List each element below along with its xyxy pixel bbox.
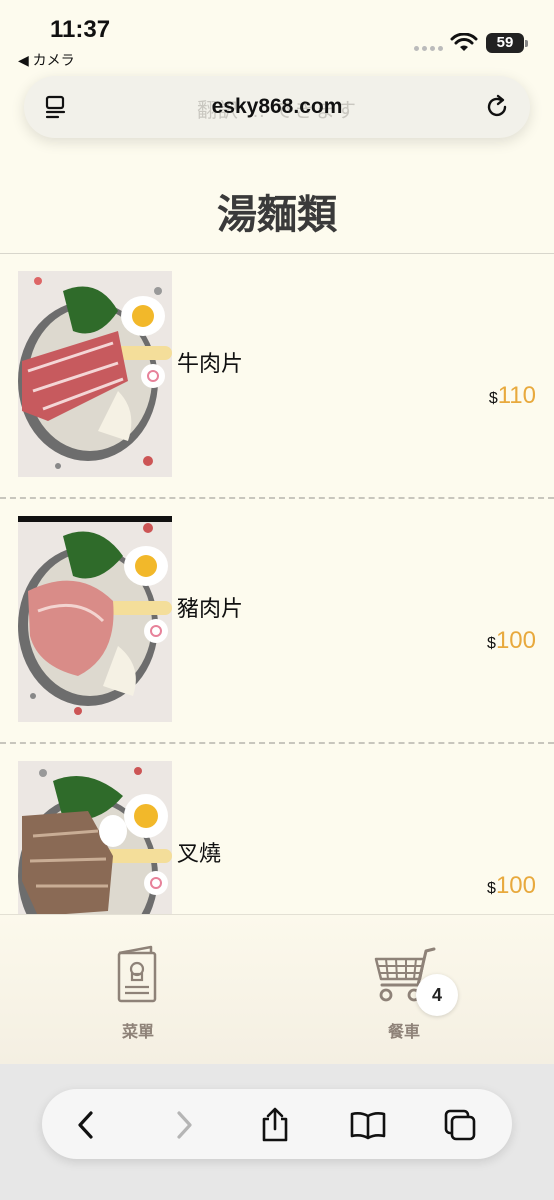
nav-menu-button[interactable]: 菜單 [100, 945, 176, 1042]
book-icon [350, 1112, 386, 1140]
browser-toolbar [0, 1064, 554, 1200]
item-price: $110 [489, 382, 536, 410]
chevron-right-icon [177, 1111, 192, 1139]
share-button[interactable] [255, 1105, 295, 1145]
price-currency: $ [487, 635, 496, 652]
item-price: $100 [487, 627, 536, 655]
reload-icon[interactable] [484, 94, 510, 120]
menu-item-beef[interactable]: 牛肉片 $110 [0, 254, 554, 499]
cart-count-badge: 4 [416, 974, 458, 1016]
price-amount: 110 [497, 382, 536, 409]
page-title: 湯麵類 [217, 192, 337, 238]
back-to-app-link[interactable]: ◀ カメラ [18, 50, 75, 70]
price-amount: 100 [495, 872, 536, 899]
item-name: 牛肉片 [177, 352, 244, 377]
cellular-signal-icon [414, 46, 443, 51]
share-icon [262, 1107, 288, 1142]
url-text[interactable]: esky868.com [24, 95, 530, 119]
dish-photo [18, 761, 172, 914]
nav-menu-label: 菜單 [121, 1024, 154, 1041]
menu-item-pork[interactable]: 豬肉片 $100 [0, 499, 554, 744]
browser-toolbar-pill [42, 1089, 512, 1159]
dish-photo [18, 516, 172, 722]
bookmarks-button[interactable] [348, 1105, 388, 1145]
menu-item-chashu[interactable]: 叉燒 $100 [0, 744, 554, 914]
battery-icon: 59 [486, 33, 528, 53]
address-bar[interactable]: 翻訳 … できます esky868.com [24, 76, 530, 138]
price-currency: $ [488, 390, 498, 407]
status-bar: 11:37 ◀ カメラ 59 [0, 0, 554, 72]
chevron-left-icon [78, 1111, 93, 1139]
price-currency: $ [487, 880, 496, 897]
item-name: 豬肉片 [177, 597, 244, 622]
item-price: $100 [487, 872, 536, 900]
price-amount: 100 [495, 627, 536, 654]
tabs-button[interactable] [440, 1105, 480, 1145]
menu-book-icon [117, 945, 157, 1003]
nav-cart-label: 餐車 [387, 1024, 420, 1041]
back-button[interactable] [66, 1105, 106, 1145]
tabs-icon [444, 1109, 476, 1141]
status-time: 11:37 [50, 16, 111, 43]
dish-photo [18, 271, 172, 477]
item-name: 叉燒 [177, 842, 222, 867]
bottom-nav: 菜單 餐車 [0, 914, 554, 1064]
wifi-icon [450, 33, 478, 51]
menu-list[interactable]: 牛肉片 $110 豬肉片 $100 叉燒 $100 [0, 254, 554, 914]
forward-button[interactable] [164, 1105, 204, 1145]
